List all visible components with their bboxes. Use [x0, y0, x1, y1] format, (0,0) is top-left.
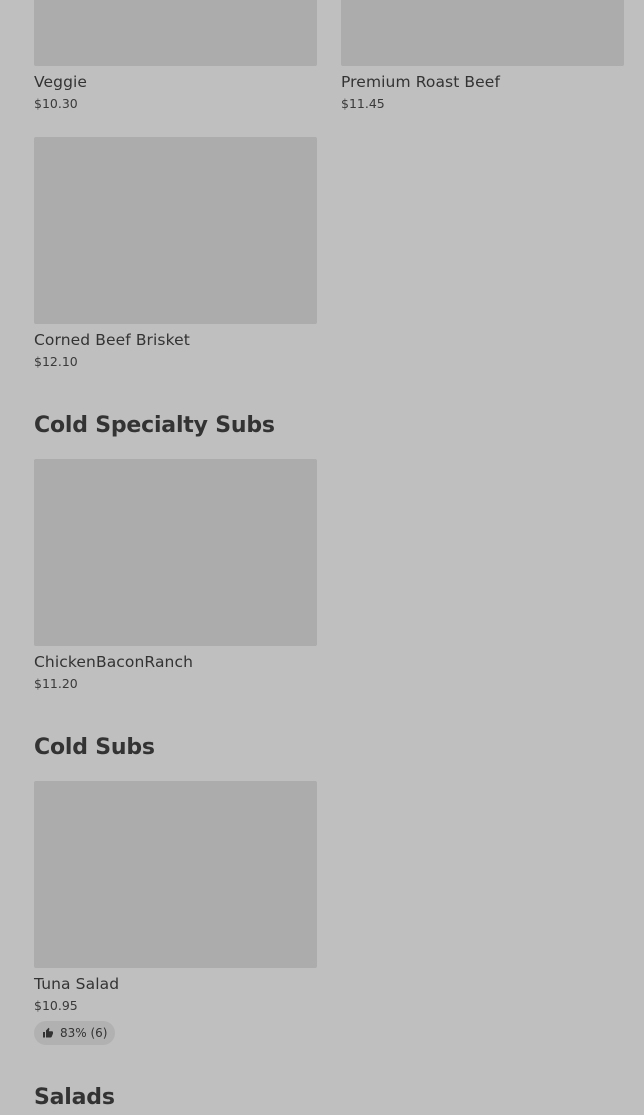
item-price: $11.45 [341, 96, 385, 111]
menu-item-premium-roast-beef[interactable]: Premium Roast Beef $11.45 [341, 0, 624, 113]
item-image[interactable] [34, 137, 317, 324]
menu-item-corned-beef-brisket[interactable]: Corned Beef Brisket $12.10 [34, 137, 317, 371]
item-name: Corned Beef Brisket [34, 331, 190, 349]
menu-item-veggie[interactable]: Veggie $10.30 [34, 0, 317, 113]
item-price: $10.95 [34, 998, 78, 1013]
section-title-cold-subs: Cold Subs [34, 735, 155, 760]
item-image[interactable] [34, 0, 317, 66]
menu-item-chicken-bacon-ranch[interactable]: ChickenBaconRanch $11.20 [34, 459, 317, 693]
thumbs-up-icon [42, 1027, 54, 1039]
item-name: Tuna Salad [34, 975, 120, 993]
rating-text: 83% (6) [60, 1026, 108, 1040]
item-image[interactable] [34, 781, 317, 968]
item-price: $12.10 [34, 354, 78, 369]
section-title-salads: Salads [34, 1085, 115, 1110]
section-title-cold-specialty-subs: Cold Specialty Subs [34, 413, 275, 438]
item-name: ChickenBaconRanch [34, 653, 194, 671]
item-image[interactable] [341, 0, 624, 66]
item-image[interactable] [34, 459, 317, 646]
item-name: Veggie [34, 73, 88, 91]
item-price: $10.30 [34, 96, 78, 111]
rating-badge: 83% (6) [34, 1021, 116, 1045]
menu-item-tuna-salad[interactable]: Tuna Salad $10.95 83% (6) [34, 781, 317, 1045]
item-price: $11.20 [34, 676, 78, 691]
item-name: Premium Roast Beef [341, 73, 500, 91]
